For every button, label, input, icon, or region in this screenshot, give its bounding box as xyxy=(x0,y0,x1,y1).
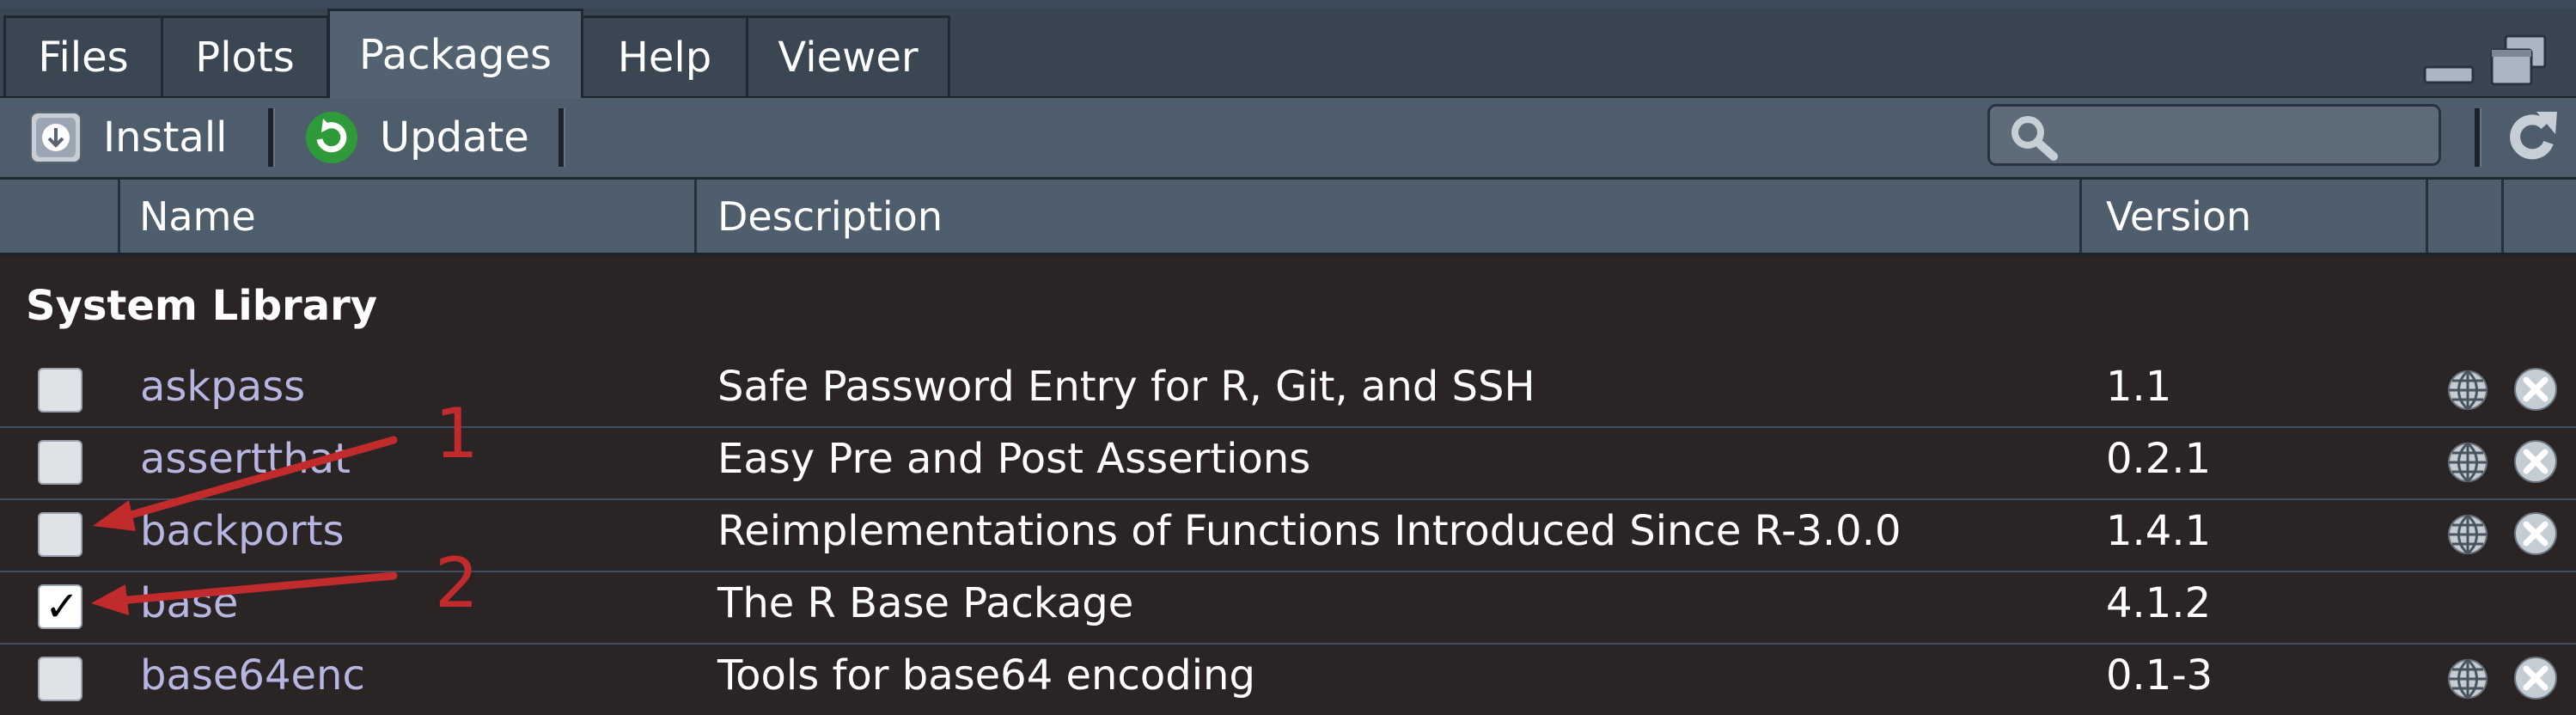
package-search-box[interactable] xyxy=(1987,104,2441,166)
toolbar-separator xyxy=(559,108,565,167)
maximize-pane-icon[interactable] xyxy=(2488,33,2549,89)
package-name-link[interactable]: assertthat xyxy=(140,435,351,483)
package-row: assertthat Easy Pre and Post Assertions … xyxy=(0,426,2576,500)
package-version: 1.1 xyxy=(2106,363,2172,411)
update-button[interactable]: Update xyxy=(304,98,529,177)
column-version-label: Version xyxy=(2106,192,2252,240)
package-version: 1.4.1 xyxy=(2106,507,2212,555)
column-checkbox xyxy=(0,180,120,253)
package-checkbox-checked[interactable]: ✓ xyxy=(38,583,82,631)
package-checkbox[interactable] xyxy=(38,512,82,557)
package-name-link[interactable]: base xyxy=(140,579,238,627)
package-row: backports Reimplementations of Functions… xyxy=(0,498,2576,572)
package-version: 0.1-3 xyxy=(2106,651,2213,700)
section-title: System Library xyxy=(26,282,378,330)
minimize-pane-icon[interactable] xyxy=(2421,40,2476,91)
column-version[interactable]: Version xyxy=(2082,180,2428,253)
package-description: Safe Password Entry for R, Git, and SSH xyxy=(717,363,1535,411)
install-button[interactable]: Install xyxy=(29,98,228,177)
tab-files[interactable]: Files xyxy=(3,15,163,96)
tab-label: Help xyxy=(617,33,712,82)
tab-label: Viewer xyxy=(778,33,919,82)
pane-top-border xyxy=(0,0,2576,9)
package-name-link[interactable]: backports xyxy=(140,507,344,555)
package-version: 0.2.1 xyxy=(2106,435,2212,483)
packages-pane: Files Plots Packages Help Viewer Install xyxy=(0,0,2576,715)
column-header: Name Description Version xyxy=(0,180,2576,255)
globe-icon[interactable] xyxy=(2445,440,2490,485)
column-name[interactable]: Name xyxy=(120,180,697,253)
package-checkbox[interactable] xyxy=(38,657,82,701)
checkmark-icon: ✓ xyxy=(45,583,80,631)
package-name-link[interactable]: askpass xyxy=(140,363,305,411)
package-version: 4.1.2 xyxy=(2106,579,2212,627)
globe-icon[interactable] xyxy=(2445,512,2490,557)
refresh-icon[interactable] xyxy=(2506,108,2559,165)
search-icon xyxy=(2011,116,2058,161)
package-row: askpass Safe Password Entry for R, Git, … xyxy=(0,354,2576,428)
toolbar-separator xyxy=(268,108,275,167)
annotation-label-2: 2 xyxy=(435,543,479,623)
tab-bar: Files Plots Packages Help Viewer xyxy=(0,9,2576,98)
package-name-link[interactable]: base64enc xyxy=(140,651,365,700)
column-description[interactable]: Description xyxy=(697,180,2082,253)
tab-viewer[interactable]: Viewer xyxy=(746,15,950,96)
package-description: Easy Pre and Post Assertions xyxy=(717,435,1311,483)
tab-label: Plots xyxy=(195,33,295,82)
install-icon xyxy=(30,112,82,163)
update-label: Update xyxy=(380,113,529,162)
column-remove xyxy=(2504,180,2576,253)
column-browse xyxy=(2428,180,2504,253)
globe-icon[interactable] xyxy=(2445,657,2490,701)
package-description: The R Base Package xyxy=(717,579,1134,627)
update-icon xyxy=(306,112,357,163)
package-row: ✓ base The R Base Package 4.1.2 xyxy=(0,571,2576,645)
package-description: Reimplementations of Functions Introduce… xyxy=(717,507,1901,555)
remove-icon[interactable] xyxy=(2512,655,2559,701)
package-checkbox[interactable] xyxy=(38,368,82,412)
tab-label: Packages xyxy=(359,30,552,79)
tab-label: Files xyxy=(38,33,129,82)
column-name-label: Name xyxy=(139,192,256,240)
install-label: Install xyxy=(103,113,228,162)
globe-icon[interactable] xyxy=(2445,368,2490,412)
toolbar-separator xyxy=(2475,108,2481,167)
tab-plots[interactable]: Plots xyxy=(161,15,329,96)
package-checkbox[interactable] xyxy=(38,440,82,485)
annotation-label-1: 1 xyxy=(435,394,479,474)
search-input[interactable] xyxy=(2067,113,2432,158)
tab-packages[interactable]: Packages xyxy=(327,9,583,98)
package-description: Tools for base64 encoding xyxy=(717,651,1255,700)
package-row: base64enc Tools for base64 encoding 0.1-… xyxy=(0,643,2576,715)
column-description-label: Description xyxy=(717,192,943,240)
tab-help[interactable]: Help xyxy=(581,15,748,96)
remove-icon[interactable] xyxy=(2512,438,2559,485)
remove-icon[interactable] xyxy=(2512,366,2559,412)
remove-icon[interactable] xyxy=(2512,510,2559,557)
